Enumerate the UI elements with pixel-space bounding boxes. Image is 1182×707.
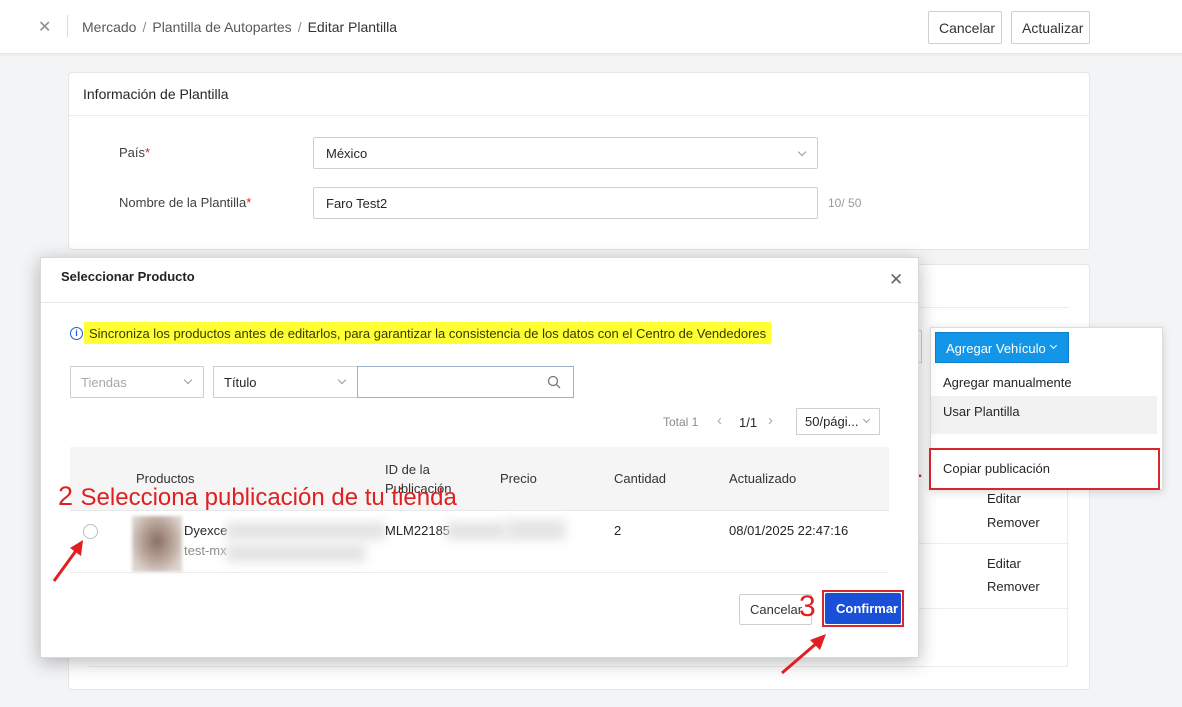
highlight-box xyxy=(929,448,1160,490)
col-quantity: Cantidad xyxy=(614,471,667,486)
chevron-down-icon xyxy=(337,375,347,385)
quantity-value: 2 xyxy=(614,523,622,538)
add-vehicle-button[interactable]: Agregar Vehículo xyxy=(935,332,1069,363)
next-page-icon[interactable]: › xyxy=(768,412,773,429)
top-bar: ✕ Mercado / Plantilla de Autopartes / Editar… xyxy=(0,0,1182,54)
close-icon[interactable]: ✕ xyxy=(38,17,51,37)
listing-id: MLM22185 xyxy=(385,523,451,538)
total-count: Total 1 xyxy=(663,415,699,429)
page-size-select[interactable]: 50/pági... xyxy=(796,408,880,435)
template-name-label: Nombre de la Plantilla* xyxy=(119,195,252,210)
col-price: Precio xyxy=(500,471,537,486)
arrow-icon xyxy=(52,540,83,582)
breadcrumb: Mercado / Plantilla de Autopartes / Editar P… xyxy=(82,19,398,35)
updated-value: 08/01/2025 22:47:16 xyxy=(729,523,849,538)
arrow-icon xyxy=(781,634,826,675)
breadcrumb-item[interactable]: Mercado xyxy=(82,19,136,35)
sync-notice: Sincroniza los productos antes de editar… xyxy=(84,322,772,344)
remove-link[interactable]: Remover xyxy=(987,579,1040,594)
confirm-button[interactable]: Confirmar xyxy=(825,593,901,624)
country-select[interactable]: México xyxy=(313,137,818,169)
character-counter: 10/ 50 xyxy=(828,196,862,210)
template-name-input[interactable]: Faro Test2 xyxy=(313,187,818,219)
search-input[interactable] xyxy=(357,366,574,398)
menu-item-add-manually[interactable]: Agregar manualmente xyxy=(931,367,1157,397)
stores-select[interactable]: Tiendas xyxy=(70,366,204,398)
product-subtitle: test-mx xyxy=(184,543,227,558)
remove-link[interactable]: Remover xyxy=(987,515,1040,530)
step-2-label: 2 Selecciona publicación de tu tienda xyxy=(58,481,457,511)
search-icon[interactable] xyxy=(547,375,561,389)
breadcrumb-current: Editar Plantilla xyxy=(307,19,398,35)
select-product-modal: Seleccionar Producto ✕ i Sincroniza los … xyxy=(40,257,919,658)
product-title: Dyexce xyxy=(184,523,228,538)
update-button[interactable]: Actualizar xyxy=(1011,11,1090,44)
price-value xyxy=(506,520,566,540)
page-indicator: 1/1 xyxy=(739,415,758,430)
chevron-down-icon xyxy=(797,147,807,157)
chevron-down-icon xyxy=(862,415,871,424)
chevron-down-icon xyxy=(1049,341,1058,350)
prev-page-icon[interactable]: ‹ xyxy=(717,412,722,429)
edit-link[interactable]: Editar xyxy=(987,491,1021,506)
menu-item-use-template[interactable]: Usar Plantilla xyxy=(931,396,1157,434)
divider xyxy=(67,15,68,37)
product-thumbnail xyxy=(132,516,182,572)
info-icon: i xyxy=(70,327,83,340)
country-label: País* xyxy=(119,145,151,160)
modal-title: Seleccionar Producto xyxy=(61,269,195,284)
step-3-label: 3 xyxy=(799,590,816,623)
breadcrumb-item[interactable]: Plantilla de Autopartes xyxy=(152,19,291,35)
col-updated: Actualizado xyxy=(729,471,797,486)
chevron-down-icon xyxy=(183,375,193,385)
edit-link[interactable]: Editar xyxy=(987,556,1021,571)
close-icon[interactable]: ✕ xyxy=(889,270,903,290)
card-title: Información de Plantilla xyxy=(69,73,1089,116)
cancel-button[interactable]: Cancelar xyxy=(928,11,1002,44)
search-field-select[interactable]: Título xyxy=(213,366,358,398)
